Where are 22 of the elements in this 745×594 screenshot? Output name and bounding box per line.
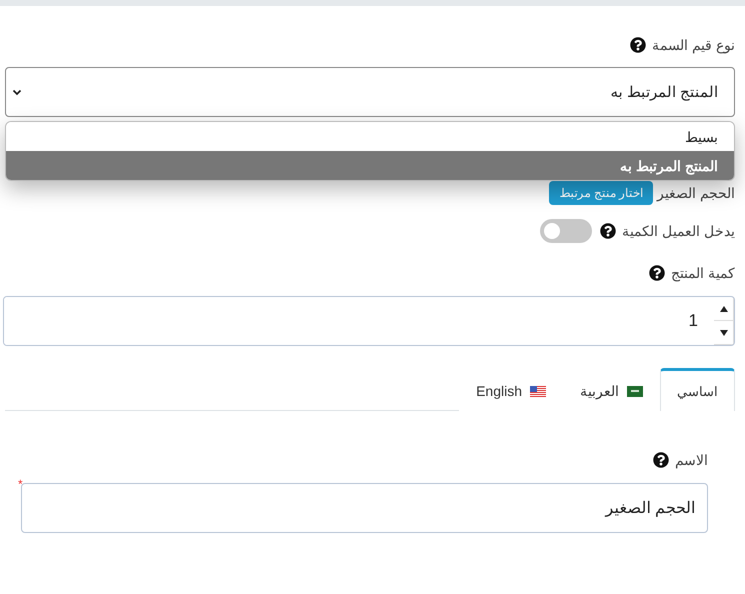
field-label: يدخل العميل الكمية — [622, 223, 735, 239]
up-arrow-icon[interactable] — [720, 306, 728, 312]
field-label: كمية المنتج — [671, 265, 735, 281]
help-icon[interactable] — [630, 37, 646, 53]
required-marker: * — [18, 477, 23, 491]
product-name: الحجم الصغير — [657, 185, 735, 201]
help-icon[interactable] — [649, 265, 666, 281]
dropdown-option[interactable]: المنتج المرتبط به — [6, 151, 734, 180]
chevron-down-icon — [12, 87, 22, 97]
select-field[interactable]: المنتج المرتبط به — [5, 67, 735, 117]
flag-icon — [530, 386, 546, 396]
help-icon[interactable] — [600, 223, 616, 239]
name-input[interactable]: الحجم الصغير — [21, 483, 708, 533]
down-arrow-icon[interactable] — [720, 330, 728, 336]
dropdown-option[interactable]: بسيط — [6, 122, 734, 151]
toggle-switch[interactable] — [540, 219, 592, 243]
language-tab[interactable]: اساسي — [660, 368, 735, 411]
flag-icon — [627, 386, 643, 396]
number-field[interactable]: 1 — [3, 296, 735, 346]
field-label: الاسم — [675, 452, 708, 468]
help-icon[interactable] — [653, 452, 669, 468]
field-label: نوع قيم السمة — [652, 37, 735, 53]
